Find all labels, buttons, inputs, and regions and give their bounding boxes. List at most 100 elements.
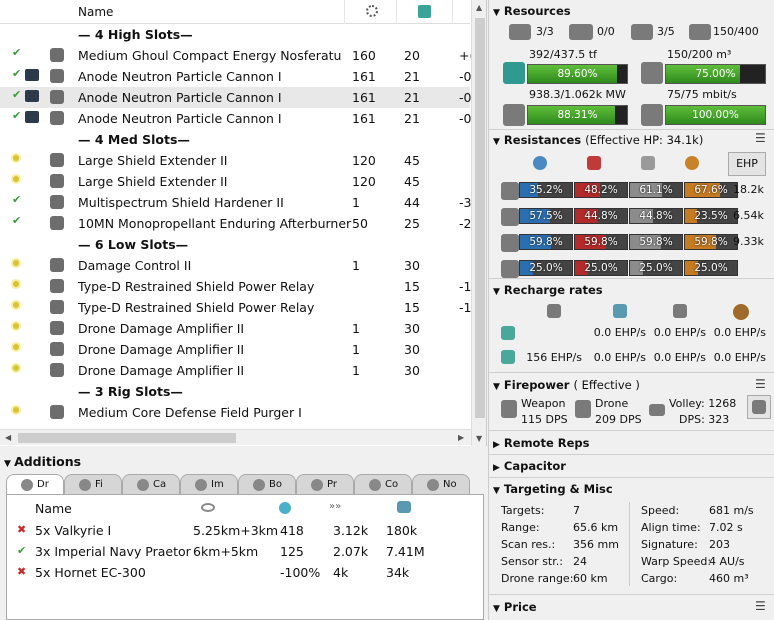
targeting-value: 4 AU/s <box>709 555 745 568</box>
module-row[interactable]: ✔ Anode Neutron Particle Cannon I 161 21 -0 <box>0 108 471 129</box>
hull-layer-icon <box>501 234 519 252</box>
additions-tab-im[interactable]: Im <box>180 474 238 494</box>
offline-state-icon[interactable] <box>11 342 21 352</box>
module-row[interactable]: Medium Core Defense Field Purger I <box>0 402 470 423</box>
module-row[interactable]: Large Shield Extender II 120 45 <box>0 171 470 192</box>
tab-label: Im <box>211 479 224 490</box>
online-check-icon[interactable]: ✔ <box>12 194 22 205</box>
module-extra: -0 <box>459 69 472 84</box>
offline-state-icon[interactable] <box>11 405 21 415</box>
module-powergrid: 20 <box>404 48 420 63</box>
offline-state-icon[interactable] <box>11 321 21 331</box>
damage-icon[interactable] <box>397 501 411 513</box>
inactive-x-icon[interactable]: ✖ <box>17 565 26 578</box>
module-row[interactable]: ✔ Anode Neutron Particle Cannon I 161 21 -0 <box>0 66 472 87</box>
additions-tab-bo[interactable]: Bo <box>238 474 296 494</box>
offline-state-icon[interactable] <box>11 258 21 268</box>
drone-row[interactable]: ✖ 5x Hornet EC-300 -100% 4k 34k <box>7 562 483 583</box>
layer-ehp: 6.54k <box>733 209 764 222</box>
additions-title: Additions <box>14 454 82 469</box>
rack-label: — 4 Med Slots— <box>78 132 190 147</box>
offline-state-icon[interactable] <box>11 363 21 373</box>
additions-name-header[interactable]: Name <box>35 501 72 516</box>
name-column-header[interactable]: Name <box>78 5 113 19</box>
offline-state-icon[interactable] <box>11 300 21 310</box>
resources-header[interactable]: ▼ Resources <box>493 4 571 18</box>
fitting-module-grid[interactable]: Name — 4 High Slots— ✔ Medium Ghoul Compac… <box>0 0 487 446</box>
module-icon <box>50 153 64 167</box>
powergrid-icon[interactable] <box>418 5 431 18</box>
additions-tab-no[interactable]: No <box>412 474 470 494</box>
recharge-header[interactable]: ▼ Recharge rates <box>493 283 603 297</box>
firepower-menu-icon[interactable]: ☰ <box>755 377 766 391</box>
drone-row[interactable]: ✔ 3x Imperial Navy Praetor 6km+5km 125 2.07k… <box>7 541 483 562</box>
horizontal-scrollbar[interactable]: ◀ ▶ <box>0 429 471 445</box>
module-row[interactable]: ✔ 10MN Monopropellant Enduring Afterburne… <box>0 213 471 234</box>
module-name: Anode Neutron Particle Cannon I <box>78 69 282 84</box>
active-check-icon[interactable]: ✔ <box>17 544 26 557</box>
module-row[interactable]: Type-D Restrained Shield Power Relay 15 -1 <box>0 276 471 297</box>
tab-label: Fi <box>95 479 103 490</box>
price-header[interactable]: ▼ Price <box>493 600 537 614</box>
drone-bay-icon <box>641 62 663 84</box>
module-name: Damage Control II <box>78 258 192 273</box>
ehp-toggle-button[interactable]: EHP <box>728 152 766 176</box>
module-row[interactable]: Drone Damage Amplifier II 1 30 <box>0 318 470 339</box>
scrollbar-thumb[interactable] <box>18 433 236 443</box>
kinetic-damage-icon <box>641 156 655 170</box>
additions-tab-dr[interactable]: Dr <box>6 474 64 494</box>
module-name: Drone Damage Amplifier II <box>78 363 245 378</box>
module-row[interactable]: Large Shield Extender II 120 45 <box>0 150 470 171</box>
tab-icon <box>21 479 33 491</box>
firepower-title: Firepower <box>503 378 570 392</box>
additions-tab-co[interactable]: Co <box>354 474 412 494</box>
additions-header[interactable]: ▼ Additions <box>4 454 81 469</box>
module-powergrid: 21 <box>404 111 420 126</box>
module-row[interactable]: Drone Damage Amplifier II 1 30 <box>0 360 470 381</box>
resistances-menu-icon[interactable]: ☰ <box>755 131 766 145</box>
offline-state-icon[interactable] <box>11 279 21 289</box>
additions-tab-fi[interactable]: Fi <box>64 474 122 494</box>
online-check-icon[interactable]: ✔ <box>12 68 22 79</box>
module-powergrid: 44 <box>404 195 420 210</box>
drone-row[interactable]: ✖ 5x Valkyrie I 5.25km+3km 418 3.12k 180k <box>7 520 483 541</box>
module-name: Type-D Restrained Shield Power Relay <box>78 279 315 294</box>
range-icon[interactable] <box>201 503 215 512</box>
resistance-value: 44.8% <box>639 210 673 222</box>
additions-tab-ca[interactable]: Ca <box>122 474 180 494</box>
offline-state-icon[interactable] <box>11 174 21 184</box>
capacitor-header[interactable]: ▶ Capacitor <box>493 459 566 473</box>
price-menu-icon[interactable]: ☰ <box>755 599 766 613</box>
module-row[interactable]: Damage Control II 1 30 <box>0 255 470 276</box>
scrollbar-thumb[interactable] <box>475 18 485 418</box>
firepower-settings-button[interactable] <box>747 395 771 419</box>
online-check-icon[interactable]: ✔ <box>12 89 22 100</box>
velocity-icon[interactable]: »» <box>329 501 341 512</box>
module-row[interactable]: Type-D Restrained Shield Power Relay 15 -1 <box>0 297 471 318</box>
drone-bay-text: 150/200 m³ <box>667 48 732 61</box>
module-row[interactable]: ✔ Anode Neutron Particle Cannon I 161 21 -0 <box>0 87 471 108</box>
drone-speed: -100% <box>280 565 321 580</box>
online-check-icon[interactable]: ✔ <box>12 215 22 226</box>
module-row[interactable]: ✔ Multispectrum Shield Hardener II 1 44 -3 <box>0 192 471 213</box>
speed-icon[interactable] <box>279 502 291 514</box>
offline-state-icon[interactable] <box>11 153 21 163</box>
vertical-scrollbar[interactable]: ▲ ▼ <box>471 0 486 446</box>
powergrid-percent: 88.31% <box>557 109 598 121</box>
cpu-icon[interactable] <box>366 5 378 17</box>
firepower-header[interactable]: ▼ Firepower ( Effective ) <box>493 378 640 392</box>
tab-label: Pr <box>327 479 337 490</box>
price-title: Price <box>503 600 537 614</box>
resistances-header[interactable]: ▼ Resistances (Effective HP: 34.1k) <box>493 133 703 147</box>
additions-tab-pr[interactable]: Pr <box>296 474 354 494</box>
online-check-icon[interactable]: ✔ <box>12 110 22 121</box>
resistance-cell: 25.0% <box>574 260 628 276</box>
module-row[interactable]: ✔ Medium Ghoul Compact Energy Nosferatu 16… <box>0 45 474 66</box>
powergrid-bar: 88.31% <box>527 105 628 125</box>
remote-reps-header[interactable]: ▶ Remote Reps <box>493 436 590 450</box>
online-check-icon[interactable]: ✔ <box>12 47 22 58</box>
targeting-header[interactable]: ▼ Targeting & Misc <box>493 482 613 496</box>
fitting-window: Name — 4 High Slots— ✔ Medium Ghoul Compac… <box>0 0 774 620</box>
inactive-x-icon[interactable]: ✖ <box>17 523 26 536</box>
module-row[interactable]: Drone Damage Amplifier II 1 30 <box>0 339 470 360</box>
